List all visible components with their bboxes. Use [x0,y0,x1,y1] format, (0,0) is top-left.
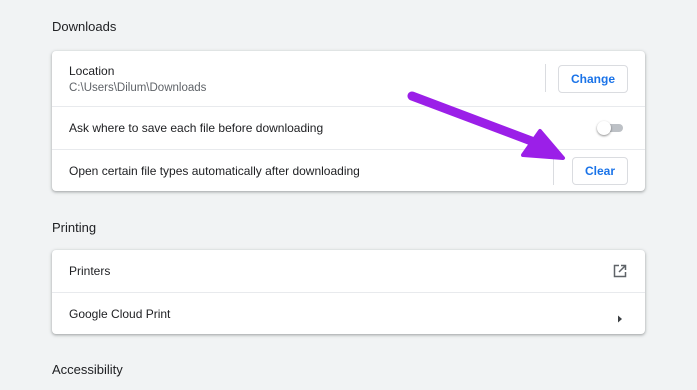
chevron-right-icon [616,310,624,323]
clear-button[interactable]: Clear [571,157,628,185]
downloads-card: Location C:\Users\Dilum\Downloads Change… [52,51,645,191]
printing-section-title: Printing [52,220,97,235]
change-button[interactable]: Change [557,65,628,93]
printers-row[interactable]: Printers [52,250,645,292]
toggle-knob [597,121,611,135]
location-row: Location C:\Users\Dilum\Downloads Change [52,51,645,106]
printers-label: Printers [69,264,111,278]
accessibility-section-title: Accessibility [52,362,123,377]
ask-where-toggle[interactable] [597,121,624,135]
downloads-section-title: Downloads [52,19,117,34]
open-in-new-icon[interactable] [613,264,627,278]
auto-open-label: Open certain file types automatically af… [69,163,360,178]
ask-where-label: Ask where to save each file before downl… [69,121,324,135]
auto-open-row: Open certain file types automatically af… [52,149,645,191]
auto-open-separator [553,157,554,185]
location-label: Location [69,63,115,78]
cloud-print-row[interactable]: Google Cloud Print [52,292,645,334]
cloud-print-label: Google Cloud Print [69,306,171,321]
printing-card: Printers Google Cloud Print [52,250,645,334]
location-path: C:\Users\Dilum\Downloads [69,81,207,94]
ask-where-row[interactable]: Ask where to save each file before downl… [52,106,645,149]
location-separator [545,64,546,92]
